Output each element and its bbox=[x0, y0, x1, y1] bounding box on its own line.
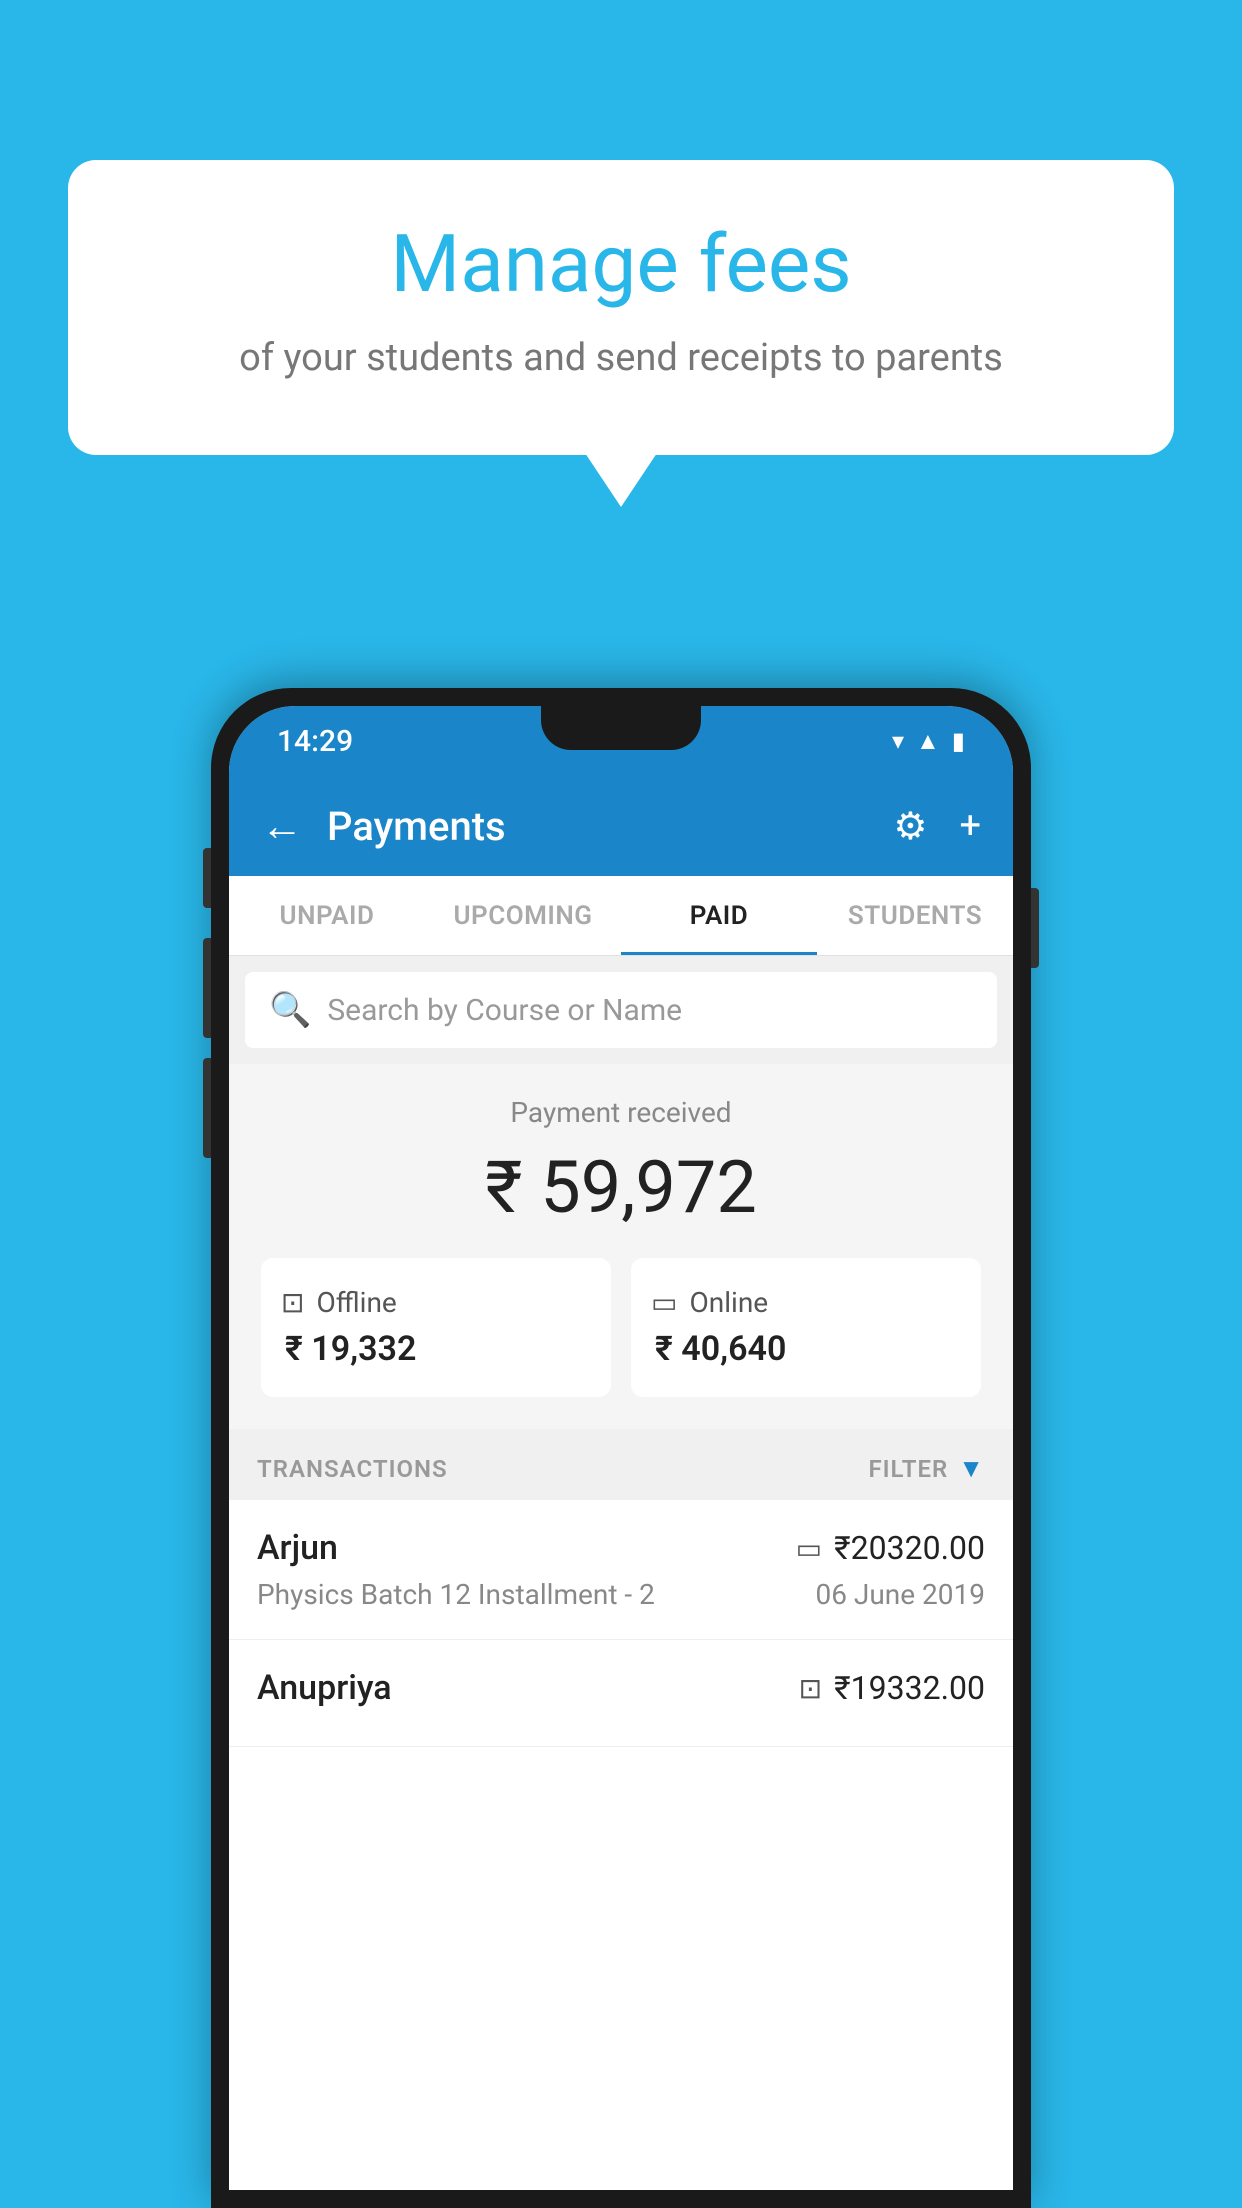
payment-summary: Payment received ₹ 59,972 ⊡ Offline ₹ 19… bbox=[229, 1064, 1013, 1429]
online-icon: ▭ bbox=[651, 1286, 677, 1319]
search-placeholder: Search by Course or Name bbox=[327, 993, 682, 1028]
offline-label: Offline bbox=[316, 1286, 396, 1319]
payment-cards: ⊡ Offline ₹ 19,332 ▭ Online ₹ 40,640 bbox=[261, 1258, 981, 1397]
wifi-icon: ▾ bbox=[892, 727, 904, 755]
transaction-list: Arjun ▭ ₹20320.00 Physics Batch 12 Insta… bbox=[229, 1500, 1013, 2190]
battery-icon: ▮ bbox=[952, 727, 965, 755]
payment-received-label: Payment received bbox=[261, 1096, 981, 1129]
speech-bubble: Manage fees of your students and send re… bbox=[68, 160, 1174, 455]
content-area: 🔍 Search by Course or Name Payment recei… bbox=[229, 956, 1013, 2190]
offline-card: ⊡ Offline ₹ 19,332 bbox=[261, 1258, 611, 1397]
bubble-subtitle: of your students and send receipts to pa… bbox=[118, 332, 1124, 385]
vol-up-button bbox=[203, 938, 211, 1038]
search-bar[interactable]: 🔍 Search by Course or Name bbox=[245, 972, 997, 1048]
transaction-course: Physics Batch 12 Installment - 2 bbox=[257, 1578, 655, 1611]
phone-frame: 14:29 ▾ ▲ ▮ ← Payments ⚙ + UNPAID UPCOMI… bbox=[211, 688, 1031, 2208]
transactions-label: TRANSACTIONS bbox=[257, 1455, 448, 1483]
transaction-amount-row: ▭ ₹20320.00 bbox=[796, 1529, 985, 1567]
online-card: ▭ Online ₹ 40,640 bbox=[631, 1258, 981, 1397]
vol-mute-button bbox=[203, 848, 211, 908]
status-icons: ▾ ▲ ▮ bbox=[892, 727, 965, 756]
transaction-amount: ₹19332.00 bbox=[834, 1669, 985, 1707]
vol-down-button bbox=[203, 1058, 211, 1158]
offline-payment-icon: ⊡ bbox=[799, 1672, 822, 1705]
power-button bbox=[1031, 888, 1039, 968]
phone-screen: 14:29 ▾ ▲ ▮ ← Payments ⚙ + UNPAID UPCOMI… bbox=[229, 706, 1013, 2190]
phone-notch bbox=[541, 706, 701, 750]
offline-icon: ⊡ bbox=[281, 1286, 304, 1319]
tab-upcoming[interactable]: UPCOMING bbox=[425, 876, 621, 955]
online-payment-icon: ▭ bbox=[796, 1532, 822, 1565]
status-time: 14:29 bbox=[277, 724, 353, 759]
speech-bubble-container: Manage fees of your students and send re… bbox=[68, 160, 1174, 455]
transactions-header: TRANSACTIONS FILTER ▼ bbox=[229, 1429, 1013, 1500]
back-button[interactable]: ← bbox=[261, 802, 303, 851]
settings-button[interactable]: ⚙ bbox=[893, 804, 927, 849]
tab-students[interactable]: STUDENTS bbox=[817, 876, 1013, 955]
add-button[interactable]: + bbox=[959, 804, 981, 848]
online-amount: ₹ 40,640 bbox=[651, 1329, 786, 1369]
transaction-amount: ₹20320.00 bbox=[834, 1529, 985, 1567]
app-bar: ← Payments ⚙ + bbox=[229, 776, 1013, 876]
transaction-date: 06 June 2019 bbox=[815, 1578, 985, 1611]
app-bar-title: Payments bbox=[327, 803, 893, 850]
tab-unpaid[interactable]: UNPAID bbox=[229, 876, 425, 955]
filter-button[interactable]: FILTER ▼ bbox=[868, 1453, 985, 1484]
filter-icon: ▼ bbox=[958, 1453, 985, 1484]
tab-paid[interactable]: PAID bbox=[621, 876, 817, 955]
transaction-amount-row: ⊡ ₹19332.00 bbox=[799, 1669, 985, 1707]
transaction-item[interactable]: Arjun ▭ ₹20320.00 Physics Batch 12 Insta… bbox=[229, 1500, 1013, 1640]
signal-icon: ▲ bbox=[916, 727, 940, 756]
app-bar-actions: ⚙ + bbox=[893, 804, 981, 849]
transaction-name: Anupriya bbox=[257, 1668, 392, 1708]
online-label: Online bbox=[689, 1286, 768, 1319]
filter-label: FILTER bbox=[868, 1455, 948, 1483]
search-icon: 🔍 bbox=[269, 990, 311, 1030]
transaction-name: Arjun bbox=[257, 1528, 338, 1568]
payment-total: ₹ 59,972 bbox=[261, 1145, 981, 1230]
offline-amount: ₹ 19,332 bbox=[281, 1329, 416, 1369]
tab-bar: UNPAID UPCOMING PAID STUDENTS bbox=[229, 876, 1013, 956]
transaction-item[interactable]: Anupriya ⊡ ₹19332.00 bbox=[229, 1640, 1013, 1747]
bubble-title: Manage fees bbox=[118, 220, 1124, 308]
